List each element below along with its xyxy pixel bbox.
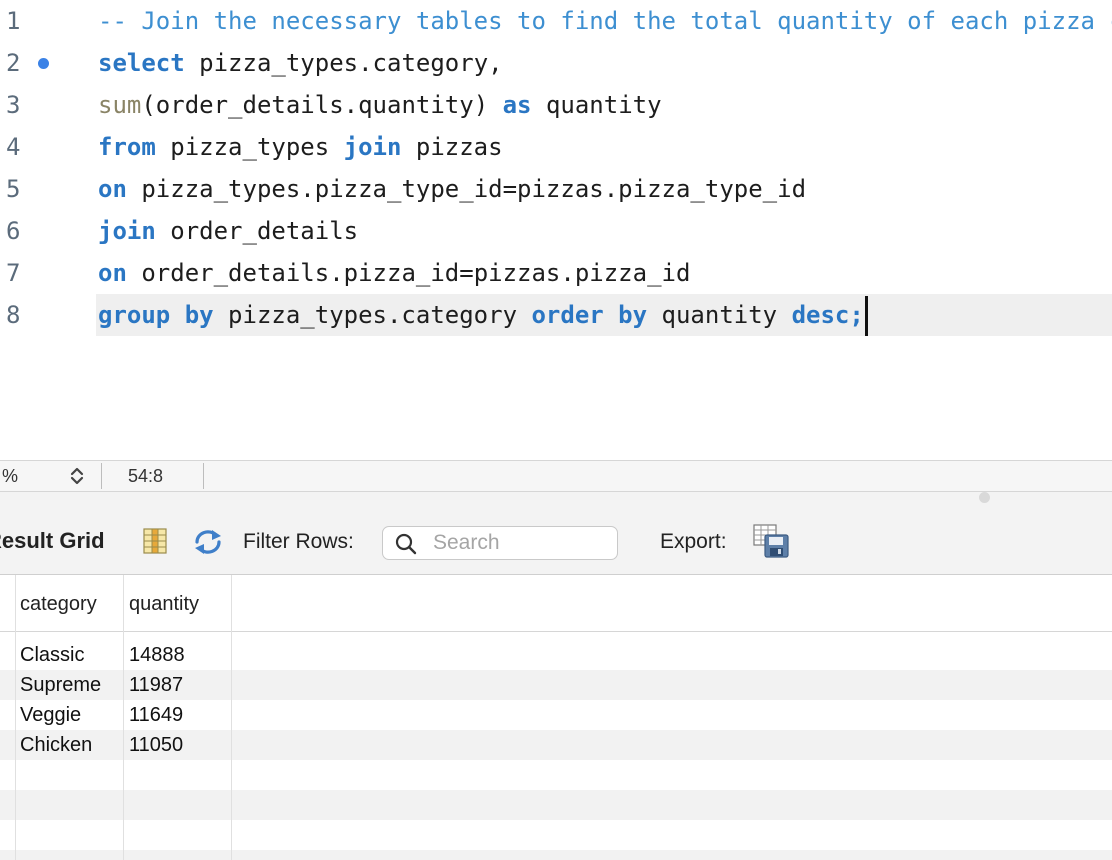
cell-category[interactable]: Supreme xyxy=(15,670,124,700)
code-token: (order_details.quantity) xyxy=(141,91,503,119)
export-label: Export: xyxy=(660,530,727,553)
code-token: pizza_types xyxy=(155,133,344,161)
code-token: from xyxy=(98,133,156,161)
cell-category[interactable]: Chicken xyxy=(15,730,124,760)
cell-quantity[interactable]: 14888 xyxy=(124,640,232,670)
search-icon xyxy=(395,533,417,555)
statement-marker-icon[interactable] xyxy=(38,58,49,69)
code-token: group by xyxy=(98,301,214,329)
line-number: 4 xyxy=(6,133,21,161)
sql-editor[interactable]: 1 -- Join the necessary tables to find th… xyxy=(0,0,1112,460)
code-token: order by xyxy=(531,301,648,329)
code-text: -- Join the necessary tables to find the… xyxy=(98,0,1112,42)
status-divider xyxy=(101,463,102,489)
code-text: sum(order_details.quantity) as quantity xyxy=(98,84,662,126)
code-line[interactable]: 1 -- Join the necessary tables to find th… xyxy=(0,0,1112,42)
code-token: pizza_types.pizza_type_id=pizzas.pizza_t… xyxy=(126,175,807,203)
cell-quantity[interactable]: 11050 xyxy=(124,730,232,760)
code-text: select pizza_types.category, xyxy=(98,42,503,84)
line-number: 3 xyxy=(6,91,21,119)
result-toolbar: Result Grid Filter Rows: Export: xyxy=(0,492,1112,575)
status-divider xyxy=(203,463,204,489)
code-token: join xyxy=(343,133,402,161)
cell-quantity[interactable]: 11649 xyxy=(124,700,232,730)
filter-rows-label: Filter Rows: xyxy=(243,530,354,553)
code-token: pizza_types.category, xyxy=(184,49,503,77)
code-text: from pizza_types join pizzas xyxy=(98,126,503,168)
code-line[interactable]: 2 select pizza_types.category, xyxy=(0,42,1112,84)
code-line[interactable]: 4 from pizza_types join pizzas xyxy=(0,126,1112,168)
line-number: 5 xyxy=(6,175,21,203)
code-token: quantity xyxy=(647,301,792,329)
row-header-column xyxy=(0,589,16,619)
code-line[interactable]: 6 join order_details xyxy=(0,210,1112,252)
code-token: on xyxy=(98,175,127,203)
code-text: join order_details xyxy=(98,210,358,252)
line-number: 6 xyxy=(6,217,21,245)
result-grid[interactable]: category quantity Classic 14888 Supreme 119… xyxy=(0,575,1112,860)
line-number: 7 xyxy=(6,259,21,287)
cursor-position: 54:8 xyxy=(128,466,164,486)
table-row[interactable] xyxy=(0,820,1112,850)
code-text: on pizza_types.pizza_type_id=pizzas.pizz… xyxy=(98,168,806,210)
code-token: quantity xyxy=(531,91,662,119)
chevron-updown-icon[interactable] xyxy=(66,465,88,487)
grid-header: category quantity xyxy=(0,575,1112,632)
code-token: as xyxy=(502,91,532,119)
table-row[interactable]: Chicken 11050 xyxy=(0,730,1112,760)
code-token: order_details.pizza_id=pizzas.pizza_id xyxy=(126,259,691,287)
zoom-level: % xyxy=(2,466,19,486)
code-token: desc; xyxy=(791,301,864,329)
code-token: sum xyxy=(98,91,142,119)
code-line[interactable]: 3 sum(order_details.quantity) as quantity xyxy=(0,84,1112,126)
code-line[interactable]: 5 on pizza_types.pizza_type_id=pizzas.piz… xyxy=(0,168,1112,210)
text-cursor xyxy=(864,296,868,336)
refresh-icon[interactable] xyxy=(192,529,224,555)
cell-category[interactable]: Veggie xyxy=(15,700,124,730)
code-token: on xyxy=(98,259,127,287)
filter-search-box[interactable] xyxy=(382,526,618,560)
table-row[interactable] xyxy=(0,760,1112,790)
code-line[interactable]: 7 on order_details.pizza_id=pizzas.pizza_… xyxy=(0,252,1112,294)
code-token: join xyxy=(98,217,156,245)
cell-quantity[interactable]: 11987 xyxy=(124,670,232,700)
code-token: select xyxy=(98,49,185,77)
code-line[interactable]: 8 group by pizza_types.category order by … xyxy=(0,294,1112,336)
result-grid-icon[interactable] xyxy=(143,528,167,554)
result-grid-title[interactable]: Result Grid xyxy=(0,528,105,554)
table-row[interactable] xyxy=(0,790,1112,820)
code-token: pizzas xyxy=(401,133,503,161)
code-text: group by pizza_types.category order by q… xyxy=(98,294,868,336)
search-input[interactable] xyxy=(433,530,608,556)
code-text: on order_details.pizza_id=pizzas.pizza_i… xyxy=(98,252,690,294)
column-header-category[interactable]: category xyxy=(15,589,124,619)
table-row[interactable]: Veggie 11649 xyxy=(0,700,1112,730)
column-divider xyxy=(123,575,124,860)
split-handle[interactable] xyxy=(979,492,990,503)
export-icon[interactable] xyxy=(753,524,789,558)
table-row[interactable] xyxy=(0,850,1112,860)
editor-status-bar: % 54:8 xyxy=(0,460,1112,492)
line-number: 1 xyxy=(6,7,21,35)
code-token: pizza_types.category xyxy=(213,301,532,329)
column-header-quantity[interactable]: quantity xyxy=(124,589,232,619)
column-divider xyxy=(231,575,232,860)
table-row[interactable]: Supreme 11987 xyxy=(0,670,1112,700)
table-row[interactable]: Classic 14888 xyxy=(0,640,1112,670)
cell-category[interactable]: Classic xyxy=(15,640,124,670)
code-token: order_details xyxy=(155,217,359,245)
column-divider xyxy=(15,575,16,860)
line-number: 8 xyxy=(6,301,21,329)
code-token: -- Join the necessary tables to find the… xyxy=(98,7,1112,35)
line-number: 2 xyxy=(6,49,21,77)
